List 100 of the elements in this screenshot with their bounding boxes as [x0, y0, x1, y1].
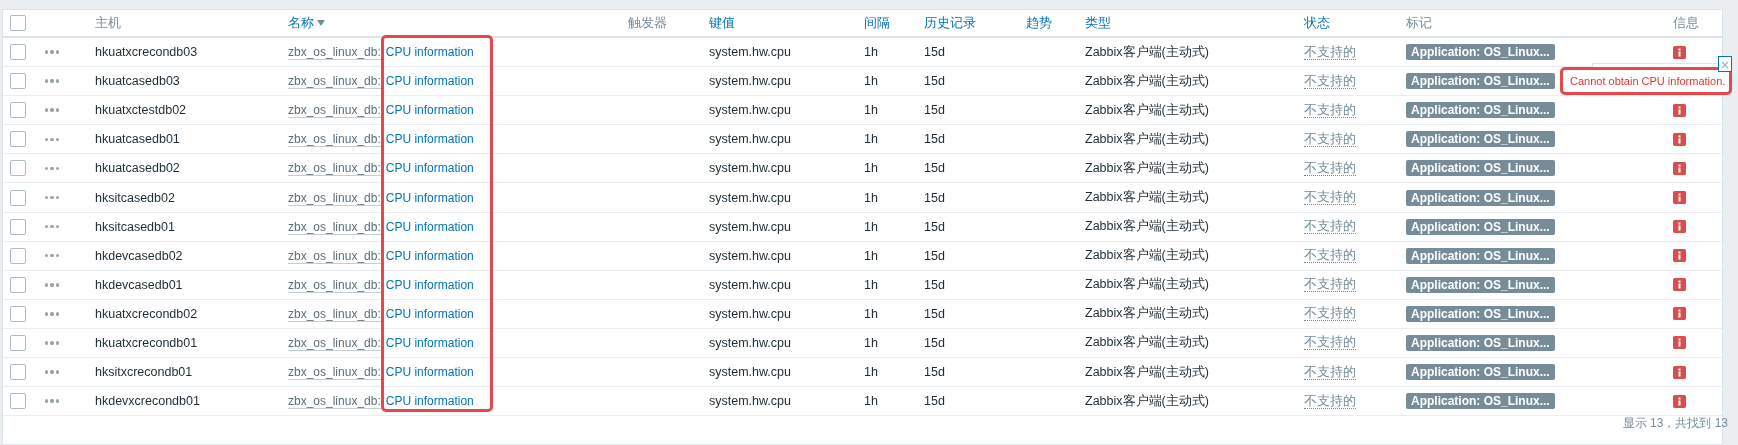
type-cell: Zabbix客户端(主动式): [1085, 131, 1209, 146]
status-link[interactable]: 不支持的: [1304, 277, 1356, 293]
info-icon[interactable]: [1673, 307, 1686, 321]
status-link[interactable]: 不支持的: [1304, 102, 1356, 118]
row-checkbox[interactable]: [10, 335, 26, 351]
info-icon[interactable]: [1673, 191, 1686, 204]
type-cell: Zabbix客户端(主动式): [1085, 306, 1209, 321]
item-prefix-link[interactable]: zbx_os_linux_db:: [288, 45, 381, 61]
info-icon[interactable]: [1673, 103, 1686, 117]
row-checkbox[interactable]: [10, 305, 26, 322]
item-prefix-link[interactable]: zbx_os_linux_db:: [288, 74, 381, 90]
item-prefix-link[interactable]: zbx_os_linux_db:: [288, 132, 381, 148]
status-link[interactable]: 不支持的: [1304, 219, 1356, 235]
history-cell: 15d: [924, 219, 945, 234]
history-cell: 15d: [924, 74, 945, 89]
info-icon[interactable]: [1673, 161, 1686, 175]
item-name-link[interactable]: CPU information: [385, 365, 474, 380]
status-link[interactable]: 不支持的: [1304, 160, 1356, 176]
more-icon[interactable]: [45, 399, 59, 403]
column-header: 信息: [1673, 14, 1699, 32]
status-link[interactable]: 不支持的: [1304, 335, 1356, 351]
info-icon[interactable]: [1673, 278, 1686, 292]
column-header-link[interactable]: 历史记录: [924, 14, 976, 32]
info-icon[interactable]: [1673, 45, 1686, 59]
row-checkbox[interactable]: [10, 364, 26, 381]
row-checkbox[interactable]: [10, 160, 26, 177]
column-header-link[interactable]: 趋势: [1026, 14, 1052, 32]
row-checkbox[interactable]: [10, 218, 26, 235]
column-header-link[interactable]: 间隔: [864, 14, 890, 32]
info-icon[interactable]: [1673, 220, 1686, 234]
status-link[interactable]: 不支持的: [1304, 131, 1356, 147]
item-name-link[interactable]: CPU information: [385, 394, 474, 409]
more-icon[interactable]: [45, 253, 59, 258]
more-icon[interactable]: [45, 370, 59, 374]
host-name: hkdevcasedb01: [95, 277, 183, 292]
info-icon[interactable]: [1673, 132, 1686, 146]
row-checkbox[interactable]: [10, 102, 26, 119]
item-prefix-link[interactable]: zbx_os_linux_db:: [288, 190, 381, 206]
status-link[interactable]: 不支持的: [1304, 364, 1356, 380]
more-icon[interactable]: [45, 137, 59, 142]
item-prefix-link[interactable]: zbx_os_linux_db:: [288, 219, 381, 235]
host-name: hkdevcasedb02: [95, 248, 183, 263]
item-prefix-link[interactable]: zbx_os_linux_db:: [288, 336, 381, 351]
key-cell: system.hw.cpu: [709, 306, 791, 321]
item-name-link[interactable]: CPU information: [385, 161, 474, 176]
info-icon[interactable]: [1673, 394, 1686, 408]
item-prefix-link[interactable]: zbx_os_linux_db:: [288, 306, 381, 322]
status-link[interactable]: 不支持的: [1304, 73, 1356, 89]
interval-cell: 1h: [864, 132, 878, 147]
more-icon[interactable]: [45, 341, 59, 345]
interval-cell: 1h: [864, 161, 878, 176]
status-link[interactable]: 不支持的: [1304, 306, 1356, 322]
close-icon[interactable]: [1718, 56, 1732, 72]
info-icon[interactable]: [1673, 249, 1686, 263]
row-checkbox[interactable]: [10, 247, 26, 264]
item-name-link[interactable]: CPU information: [385, 132, 474, 147]
interval-cell: 1h: [864, 394, 878, 409]
key-cell: system.hw.cpu: [709, 248, 791, 263]
select-all-checkbox[interactable]: [10, 15, 26, 31]
item-name-link[interactable]: CPU information: [385, 219, 474, 234]
more-icon[interactable]: [45, 283, 59, 287]
item-prefix-link[interactable]: zbx_os_linux_db:: [288, 365, 381, 381]
column-header-link[interactable]: 类型: [1085, 14, 1111, 32]
item-prefix-link[interactable]: zbx_os_linux_db:: [288, 277, 381, 293]
item-prefix-link[interactable]: zbx_os_linux_db:: [288, 161, 381, 177]
item-name-link[interactable]: CPU information: [385, 336, 474, 350]
item-name-link[interactable]: CPU information: [385, 277, 474, 292]
column-header-link[interactable]: 状态: [1304, 14, 1330, 32]
item-prefix-link[interactable]: zbx_os_linux_db:: [288, 394, 381, 410]
status-link[interactable]: 不支持的: [1304, 248, 1356, 264]
more-icon[interactable]: [45, 50, 59, 54]
more-icon[interactable]: [45, 224, 59, 229]
row-checkbox[interactable]: [10, 73, 26, 90]
row-checkbox[interactable]: [10, 44, 26, 61]
more-icon[interactable]: [45, 166, 59, 171]
item-prefix-link[interactable]: zbx_os_linux_db:: [288, 248, 381, 264]
more-icon[interactable]: [45, 79, 59, 83]
item-name-link[interactable]: CPU information: [385, 103, 474, 118]
host-name: hkuatcasedb03: [95, 74, 180, 89]
info-icon[interactable]: [1673, 365, 1686, 379]
item-name-link[interactable]: CPU information: [385, 190, 474, 205]
info-icon[interactable]: [1673, 336, 1686, 350]
column-header-link[interactable]: 键值: [709, 14, 735, 32]
row-checkbox[interactable]: [10, 393, 26, 410]
item-name-link[interactable]: CPU information: [385, 74, 474, 89]
history-cell: 15d: [924, 306, 945, 321]
status-link[interactable]: 不支持的: [1304, 393, 1356, 409]
row-checkbox[interactable]: [10, 276, 26, 293]
more-icon[interactable]: [45, 312, 59, 316]
status-link[interactable]: 不支持的: [1304, 190, 1356, 205]
more-icon[interactable]: [45, 108, 59, 112]
row-checkbox[interactable]: [10, 131, 26, 148]
item-name-link[interactable]: CPU information: [385, 248, 474, 263]
column-header-link[interactable]: 名称: [288, 14, 314, 32]
item-prefix-link[interactable]: zbx_os_linux_db:: [288, 103, 381, 119]
item-name-link[interactable]: CPU information: [385, 45, 474, 60]
item-name-link[interactable]: CPU information: [385, 306, 474, 321]
row-checkbox[interactable]: [10, 189, 26, 206]
status-link[interactable]: 不支持的: [1304, 44, 1356, 60]
more-icon[interactable]: [45, 195, 59, 200]
